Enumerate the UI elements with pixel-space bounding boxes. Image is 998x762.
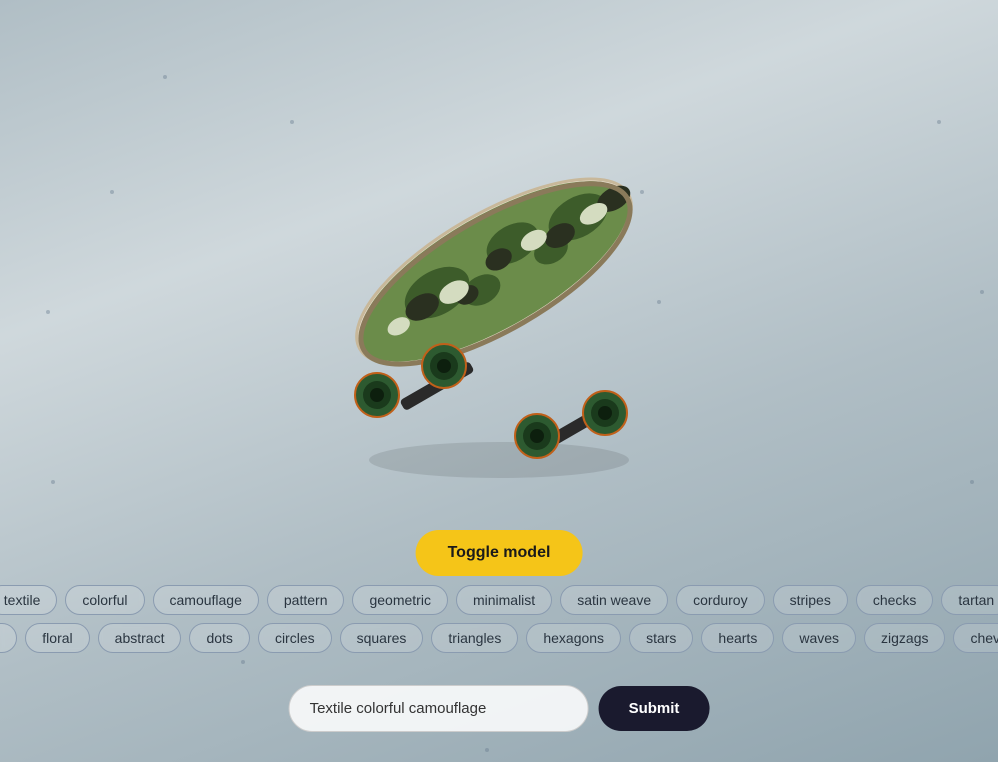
tag-minimalist[interactable]: minimalist: [456, 585, 552, 615]
tag-triangles[interactable]: triangles: [431, 623, 518, 653]
tag-hearts[interactable]: hearts: [701, 623, 774, 653]
input-area: Submit: [289, 685, 710, 732]
tag-plaid[interactable]: plaid: [0, 623, 17, 653]
tag-stars[interactable]: stars: [629, 623, 693, 653]
tag-pattern[interactable]: pattern: [267, 585, 345, 615]
tags-row-1: textile colorful camouflage patterngeometri…: [0, 585, 998, 615]
tag-stripes[interactable]: stripes: [773, 585, 848, 615]
tag-circles[interactable]: circles: [258, 623, 332, 653]
tag-geometric[interactable]: geometric: [352, 585, 447, 615]
tag-textile[interactable]: textile: [0, 585, 57, 615]
prompt-input[interactable]: [289, 685, 589, 732]
tag-zigzags[interactable]: zigzags: [864, 623, 945, 653]
tags-row-2: plaid floral abstractdots circles squarestri…: [0, 623, 998, 653]
tag-waves[interactable]: waves: [782, 623, 856, 653]
tags-container: textile colorful camouflage patterngeometri…: [0, 585, 998, 653]
tag-camouflage[interactable]: camouflage: [153, 585, 259, 615]
tag-squares[interactable]: squares: [340, 623, 424, 653]
tag-hexagons[interactable]: hexagons: [526, 623, 621, 653]
toggle-model-button[interactable]: Toggle model: [416, 530, 583, 576]
skateboard-display: [249, 50, 749, 510]
tag-satin-weave[interactable]: satin weave: [560, 585, 668, 615]
tag-chevrons[interactable]: chevrons: [953, 623, 998, 653]
tag-floral[interactable]: floral: [25, 623, 89, 653]
tag-tartan[interactable]: tartan: [941, 585, 998, 615]
tag-checks[interactable]: checks: [856, 585, 934, 615]
tag-abstract[interactable]: abstract: [98, 623, 182, 653]
tag-dots[interactable]: dots: [189, 623, 249, 653]
submit-button[interactable]: Submit: [599, 686, 710, 731]
tag-corduroy[interactable]: corduroy: [676, 585, 764, 615]
tag-colorful[interactable]: colorful: [65, 585, 144, 615]
